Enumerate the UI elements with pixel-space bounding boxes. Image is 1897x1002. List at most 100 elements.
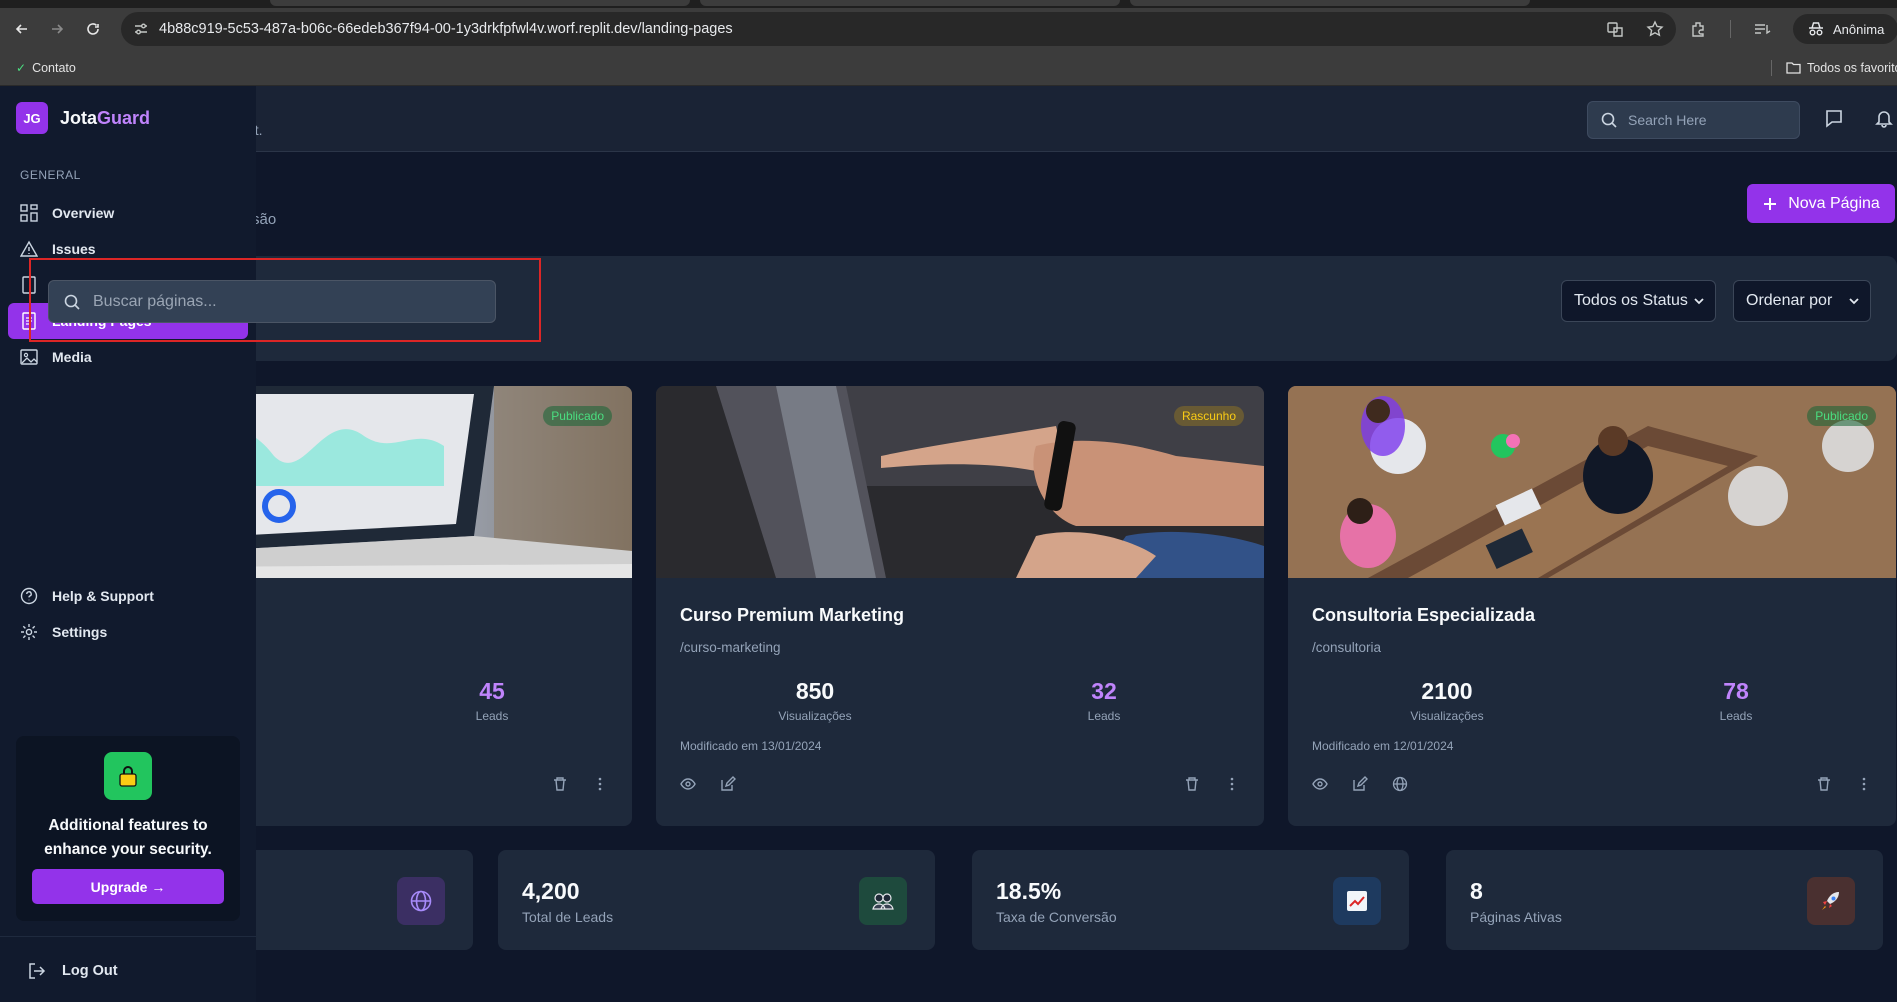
sort-select[interactable]: Ordenar por [1733, 280, 1871, 322]
leads-value: 45 [479, 678, 505, 704]
sidebar-item-label: Media [52, 349, 92, 365]
edit-icon[interactable] [720, 776, 736, 792]
sidebar-divider [0, 936, 256, 937]
checkmark-icon: ✓ [16, 60, 27, 75]
leads-label: Leads [475, 709, 509, 723]
messages-icon[interactable] [1824, 108, 1844, 128]
logout-button[interactable]: Log Out [28, 962, 118, 980]
profile-label: Anônima [1833, 21, 1885, 37]
sort-select-value: Ordenar por [1746, 292, 1833, 309]
bookmark-star-icon[interactable] [1646, 20, 1664, 38]
card-actions [1312, 776, 1408, 792]
trash-icon[interactable] [1184, 776, 1200, 792]
views-stat: 850 Visualizações [755, 678, 875, 723]
rocket-icon [1807, 877, 1855, 925]
search-icon [1601, 112, 1617, 128]
app-header: uct. Search Here [0, 86, 1897, 152]
upgrade-promo: Additional features to enhance your secu… [16, 736, 240, 921]
views-value: 2100 [1421, 678, 1473, 704]
card-actions-right [1816, 776, 1872, 792]
folder-icon [1786, 62, 1801, 74]
help-circle-icon [20, 587, 38, 605]
bookmark-all-folder[interactable]: Todos os favoritos [1786, 61, 1897, 75]
landing-page-card[interactable]: Rascunho Curso Premium Marketing /curso-… [656, 386, 1264, 826]
status-select-value: Todos os Status [1574, 292, 1688, 309]
reload-icon[interactable] [78, 14, 108, 44]
eye-icon[interactable] [1312, 776, 1328, 792]
sidebar-item-overview[interactable]: Overview [8, 195, 248, 231]
browser-tab[interactable] [270, 0, 690, 6]
stat-value: 18.5% [996, 878, 1062, 904]
card-actions [680, 776, 736, 792]
card-title[interactable]: Curso Premium Marketing [680, 605, 904, 626]
leads-stat: 78 Leads [1676, 678, 1796, 723]
trash-icon[interactable] [1816, 776, 1832, 792]
more-vertical-icon[interactable] [1224, 776, 1240, 792]
trash-icon[interactable] [552, 776, 568, 792]
card-thumbnail-tablet: Rascunho [656, 386, 1264, 578]
sidebar-item-settings[interactable]: Settings [8, 614, 248, 650]
card-title[interactable]: Consultoria Especializada [1312, 605, 1535, 626]
leads-stat: 45 Leads [432, 678, 552, 723]
stat-card-leads: 4,200 Total de Leads [498, 850, 935, 950]
extensions-icon[interactable] [1690, 20, 1708, 38]
header-search-input[interactable]: Search Here [1587, 101, 1800, 139]
highlight-box [29, 258, 541, 342]
toolbar-divider [1730, 20, 1731, 38]
more-vertical-icon[interactable] [592, 776, 608, 792]
bookmarks-bar: ✓ Contato Todos os favoritos [0, 50, 1897, 86]
bookmark-label: Contato [32, 60, 76, 75]
edit-icon[interactable] [1352, 776, 1368, 792]
landing-page-card[interactable]: Publicado Consultoria Especializada /con… [1288, 386, 1896, 826]
stat-value: 4,200 [522, 878, 580, 904]
eye-icon[interactable] [680, 776, 696, 792]
browser-toolbar: 4b88c919-5c53-487a-b06c-66edeb367f94-00-… [0, 8, 1897, 50]
globe-icon [397, 877, 445, 925]
incognito-icon [1809, 22, 1823, 36]
more-vertical-icon[interactable] [1856, 776, 1872, 792]
upgrade-button[interactable]: Upgrade → [32, 869, 224, 904]
translate-icon[interactable] [1606, 20, 1624, 38]
stat-label: Total de Leads [522, 909, 614, 925]
search-placeholder: Search Here [1628, 112, 1707, 128]
address-bar[interactable]: 4b88c919-5c53-487a-b06c-66edeb367f94-00-… [121, 12, 1676, 46]
views-label: Visualizações [1410, 709, 1484, 723]
warning-icon [20, 240, 38, 257]
status-badge: Publicado [1807, 406, 1876, 426]
sidebar-item-label: Issues [52, 241, 96, 257]
new-page-button[interactable]: Nova Página [1747, 184, 1895, 223]
leads-stat: 32 Leads [1044, 678, 1164, 723]
browser-tab[interactable] [1130, 0, 1530, 6]
leads-label: Leads [1719, 709, 1753, 723]
bookmarks-divider [1771, 60, 1772, 76]
stat-card-conversion: 18.5% Taxa de Conversão [972, 850, 1409, 950]
forward-icon[interactable] [42, 14, 72, 44]
views-value: 850 [795, 678, 835, 704]
stat-value: 8 [1470, 878, 1483, 904]
image-icon [20, 349, 38, 365]
bookmark-contato[interactable]: ✓ Contato [16, 61, 76, 75]
brand[interactable]: JG JotaGuard [16, 102, 150, 134]
incognito-profile-button[interactable]: Anônima [1793, 14, 1897, 44]
sidebar-item-media[interactable]: Media [8, 339, 248, 375]
sidebar-item-help[interactable]: Help & Support [8, 578, 248, 614]
card-slug: /consultoria [1312, 640, 1382, 655]
views-label: Visualizações [778, 709, 852, 723]
stat-card-active-pages: 8 Páginas Ativas [1446, 850, 1883, 950]
gear-icon [21, 624, 37, 640]
browser-tab[interactable] [700, 0, 1120, 6]
status-select[interactable]: Todos os Status [1561, 280, 1716, 322]
status-badge: Rascunho [1173, 406, 1244, 426]
site-settings-icon[interactable] [133, 21, 149, 37]
section-label-general: GENERAL [20, 168, 81, 182]
chart-up-icon [1333, 877, 1381, 925]
media-controls-icon[interactable] [1753, 20, 1771, 38]
card-slug: /curso-marketing [680, 640, 781, 655]
modified-date: Modificado em 13/01/2024 [680, 739, 822, 753]
bell-icon[interactable] [1874, 108, 1894, 128]
back-icon[interactable] [7, 14, 37, 44]
modified-date: Modificado em 12/01/2024 [1312, 739, 1454, 753]
globe-icon[interactable] [1392, 776, 1408, 792]
promo-text: Additional features to enhance your secu… [44, 817, 212, 858]
stat-label: Taxa de Conversão [996, 909, 1117, 925]
